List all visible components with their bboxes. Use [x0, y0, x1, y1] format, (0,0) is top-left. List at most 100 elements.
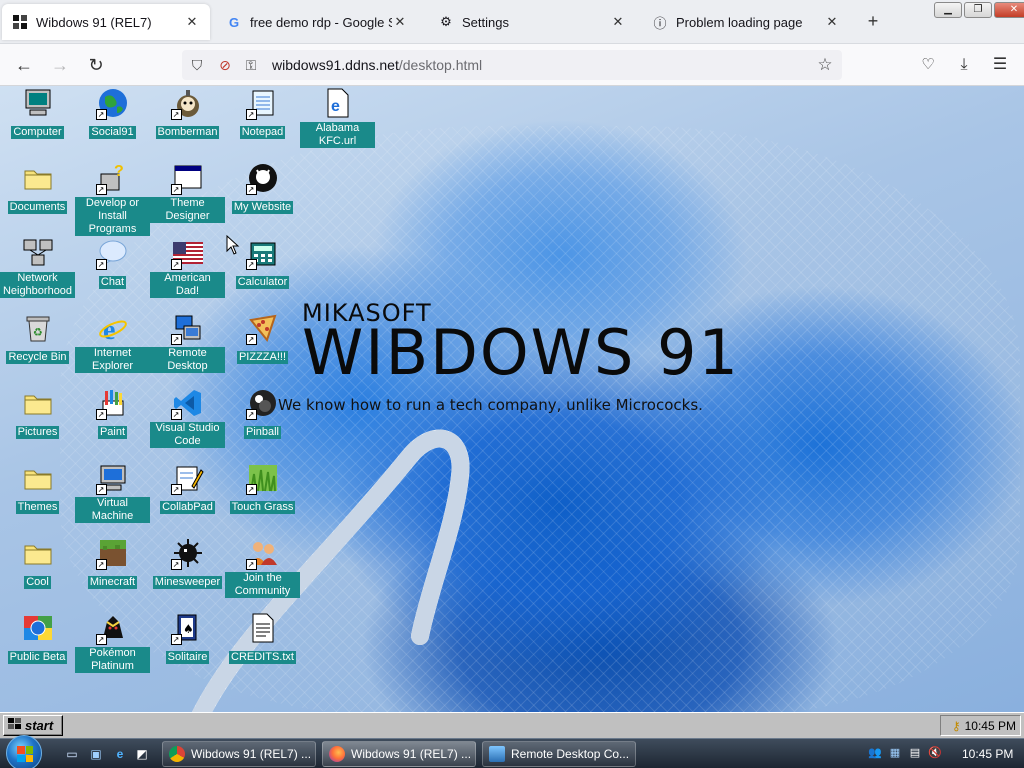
bookmark-star-icon[interactable]: ☆: [816, 56, 834, 74]
desktop-icon-paint[interactable]: ↗ Paint: [75, 386, 150, 440]
desktop-icon-public-beta[interactable]: Public Beta: [0, 611, 75, 665]
task-firefox-wibdows[interactable]: Wibdows 91 (REL7) ...: [322, 741, 476, 767]
key-tray-icon[interactable]: ⚷: [952, 719, 961, 733]
desktop-icon-notepad[interactable]: ↗ Notepad: [225, 86, 300, 140]
shortcut-arrow-icon: ↗: [95, 109, 107, 120]
tab-settings[interactable]: ⚙ Settings ✕: [428, 4, 636, 40]
task-chrome-wibdows[interactable]: Wibdows 91 (REL7) ...: [162, 741, 316, 767]
desktop-icon-chat[interactable]: ↗ Chat: [75, 236, 150, 290]
forward-button[interactable]: →: [48, 53, 72, 77]
desktop-icon-virtual-machine[interactable]: ↗ Virtual Machine: [75, 461, 150, 524]
desktop-icon-network-neighborhood[interactable]: Network Neighborhood: [0, 236, 75, 299]
volume-muted-icon[interactable]: 🔇: [928, 746, 942, 760]
svg-text:e: e: [331, 98, 340, 115]
desktop-icon-label: Visual Studio Code: [150, 422, 225, 448]
desktop-icon-documents[interactable]: Documents: [0, 161, 75, 215]
window-close-button[interactable]: ✕: [994, 2, 1024, 18]
tab-problem-loading[interactable]: ⓘ Problem loading page ✕: [642, 4, 850, 40]
svg-text:?: ?: [114, 163, 124, 180]
desktop-icon-label: American Dad!: [150, 272, 225, 298]
desktop-icon-computer[interactable]: Computer: [0, 86, 75, 140]
wibdows-clock[interactable]: 10:45 PM: [965, 719, 1016, 733]
app-tray-icon[interactable]: ▦: [888, 746, 902, 760]
browser-nav-bar: ← → ↻ ⛉ ⊘ ⚿ wibdows91.ddns.net/desktop.h…: [0, 44, 1024, 86]
desktop-icon-label: Minesweeper: [152, 576, 223, 589]
key-icon[interactable]: ⚿: [242, 56, 260, 74]
close-icon[interactable]: ✕: [392, 14, 408, 30]
shield-icon[interactable]: ⛉: [188, 56, 206, 74]
desktop-icon-label: Pictures: [15, 426, 60, 439]
menu-icon[interactable]: ☰: [988, 53, 1012, 77]
text-file-icon: [246, 611, 280, 645]
new-tab-button[interactable]: +: [862, 10, 884, 32]
public-beta-icon: [21, 611, 55, 645]
shortcut-arrow-icon: ↗: [170, 109, 182, 120]
remote-desktop-icon: ↗: [170, 311, 205, 345]
desktop-icon-pizzza[interactable]: ↗ PIZZZA!!!: [225, 311, 300, 365]
desktop-icon-label: Theme Designer: [150, 197, 225, 223]
internet-explorer-icon[interactable]: e: [112, 746, 128, 762]
tab-wibdows[interactable]: Wibdows 91 (REL7) ✕: [2, 4, 210, 40]
media-icon[interactable]: ◩: [134, 746, 150, 762]
shortcut-arrow-icon: ↗: [245, 409, 257, 420]
desktop-icon-minesweeper[interactable]: ↗ Minesweeper: [150, 536, 225, 590]
back-button[interactable]: ←: [12, 53, 36, 77]
network-tray-icon[interactable]: ▤: [908, 746, 922, 760]
desktop-icon-my-website[interactable]: ↗ My Website: [225, 161, 300, 215]
explorer-icon[interactable]: ▣: [88, 746, 104, 762]
desktop-icon-remote-desktop[interactable]: ↗ Remote Desktop: [150, 311, 225, 374]
desktop-icon-internet-explorer[interactable]: e Internet Explorer: [75, 311, 150, 374]
wibdows-icon: [12, 14, 28, 30]
desktop-icon-social91[interactable]: ↗ Social91: [75, 86, 150, 140]
host-clock[interactable]: 10:45 PM: [962, 747, 1013, 761]
desktop-icon-label: PIZZZA!!!: [236, 351, 289, 364]
desktop-icon-solitaire[interactable]: ♠ ↗ Solitaire: [150, 611, 225, 665]
start-button[interactable]: start: [3, 715, 63, 736]
insecure-icon[interactable]: ⊘: [216, 56, 234, 74]
close-icon[interactable]: ✕: [824, 14, 840, 30]
task-label: Remote Desktop Co...: [511, 747, 630, 761]
desktop-icon-american-dad[interactable]: ↗ American Dad!: [150, 236, 225, 299]
svg-text:e: e: [103, 315, 115, 344]
desktop-icon-bomberman[interactable]: ↗ Bomberman: [150, 86, 225, 140]
downloads-icon[interactable]: ⤓: [952, 53, 976, 77]
shortcut-arrow-icon: ↗: [245, 484, 257, 495]
shortcut-arrow-icon: ↗: [95, 634, 107, 645]
desktop-icon-credits-txt[interactable]: CREDITS.txt: [225, 611, 300, 665]
desktop-icon-label: My Website: [231, 201, 294, 214]
desktop-icon-pictures[interactable]: Pictures: [0, 386, 75, 440]
bomberman-icon: ↗: [170, 86, 205, 120]
window-icon: ↗: [170, 161, 205, 195]
desktop-icon-pok-mon-platinum[interactable]: ↗ Pokémon Platinum: [75, 611, 150, 674]
close-icon[interactable]: ✕: [184, 14, 200, 30]
desktop-icon-develop-or-install-programs[interactable]: ? ↗ Develop or Install Programs: [75, 161, 150, 237]
desktop-icon-theme-designer[interactable]: ↗ Theme Designer: [150, 161, 225, 224]
desktop-icon-label: Remote Desktop: [150, 347, 225, 373]
desktop-icon-visual-studio-code[interactable]: ↗ Visual Studio Code: [150, 386, 225, 449]
url-text[interactable]: wibdows91.ddns.net/desktop.html: [272, 57, 482, 73]
minimize-button[interactable]: ▁: [934, 2, 962, 18]
people-icon: ↗: [245, 536, 280, 570]
pocket-icon[interactable]: ♡: [916, 53, 940, 77]
tab-google-search[interactable]: G free demo rdp - Google Search ✕: [216, 4, 418, 40]
desktop-icon-collabpad[interactable]: ↗ CollabPad: [150, 461, 225, 515]
address-bar[interactable]: ⛉ ⊘ ⚿ wibdows91.ddns.net/desktop.html ☆: [182, 50, 842, 80]
desktop-icon-themes[interactable]: Themes: [0, 461, 75, 515]
desktop-icon-recycle-bin[interactable]: ♻ Recycle Bin: [0, 311, 75, 365]
show-desktop-icon[interactable]: ▭: [64, 746, 80, 762]
wibdows-desktop[interactable]: MIKASOFT WIBDOWS 91 We know how to run a…: [0, 86, 1024, 712]
restore-button[interactable]: ❐: [964, 2, 992, 18]
desktop-icon-pinball[interactable]: ↗ Pinball: [225, 386, 300, 440]
shortcut-arrow-icon: ↗: [170, 409, 182, 420]
users-tray-icon[interactable]: 👥: [868, 746, 882, 760]
reload-button[interactable]: ↻: [84, 53, 108, 77]
task-remote-desktop[interactable]: Remote Desktop Co...: [482, 741, 636, 767]
desktop-icon-alabama-kfc-url[interactable]: e Alabama KFC.url: [300, 86, 375, 149]
shortcut-arrow-icon: ↗: [170, 559, 182, 570]
desktop-icon-touch-grass[interactable]: ↗ Touch Grass: [225, 461, 300, 515]
windows-start-orb[interactable]: [6, 735, 42, 768]
desktop-icon-cool[interactable]: Cool: [0, 536, 75, 590]
desktop-icon-minecraft[interactable]: ↗ Minecraft: [75, 536, 150, 590]
close-icon[interactable]: ✕: [610, 14, 626, 30]
desktop-icon-join-the-community[interactable]: ↗ Join the Community: [225, 536, 300, 599]
